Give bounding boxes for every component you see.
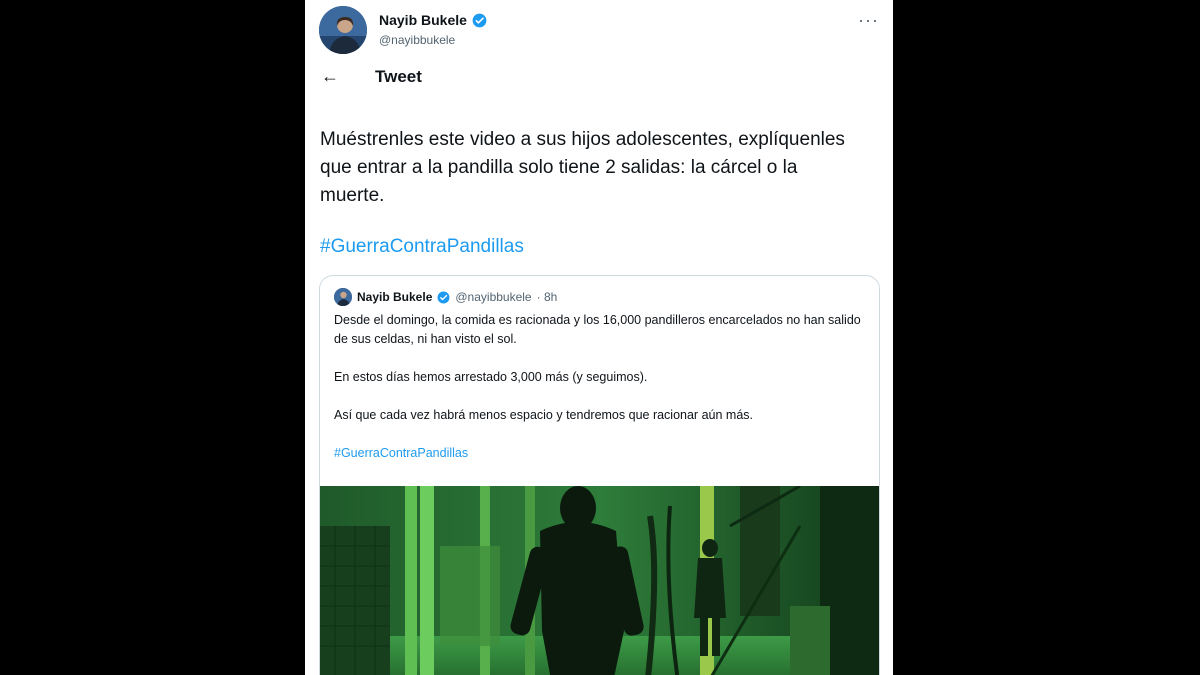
author-handle[interactable]: @nayibbukele bbox=[379, 33, 455, 47]
quoted-tweet-body: Desde el domingo, la comida es racionada… bbox=[334, 311, 864, 482]
tweet-header: Nayib Bukele @nayibbukele ··· bbox=[319, 6, 879, 56]
page-title: Tweet bbox=[375, 66, 422, 86]
quoted-tweet-time: · 8h bbox=[536, 290, 558, 304]
quoted-hashtag-link[interactable]: #GuerraContraPandillas bbox=[334, 444, 864, 463]
quoted-author-avatar bbox=[334, 288, 352, 306]
video-frame: Nayib Bukele @nayibbukele ··· ← Tweet Mu… bbox=[0, 0, 1200, 675]
tweet-hashtag-link[interactable]: #GuerraContraPandillas bbox=[320, 236, 524, 258]
author-name-row: Nayib Bukele bbox=[379, 12, 487, 28]
tweet-card: Nayib Bukele @nayibbukele ··· ← Tweet Mu… bbox=[305, 0, 893, 675]
more-horizontal-icon[interactable]: ··· bbox=[858, 10, 879, 31]
embedded-video[interactable] bbox=[320, 486, 879, 675]
quoted-tweet[interactable]: Nayib Bukele @nayibbukele · 8h Desde el … bbox=[319, 275, 880, 675]
author-name[interactable]: Nayib Bukele bbox=[379, 12, 467, 28]
quoted-tweet-header: Nayib Bukele @nayibbukele · 8h bbox=[334, 288, 557, 306]
verified-badge-icon bbox=[472, 13, 487, 28]
quoted-paragraph: En estos días hemos arrestado 3,000 más … bbox=[334, 370, 648, 384]
quoted-author-handle: @nayibbukele bbox=[455, 290, 532, 304]
quoted-paragraph: Así que cada vez habrá menos espacio y t… bbox=[334, 408, 753, 422]
page-header: ← Tweet bbox=[321, 66, 422, 87]
video-thumbnail bbox=[320, 486, 879, 675]
arrow-left-icon[interactable]: ← bbox=[321, 66, 361, 87]
tweet-text: Muéstrenles este video a sus hijos adole… bbox=[320, 129, 845, 206]
quoted-verified-badge-icon bbox=[437, 291, 450, 304]
author-avatar[interactable] bbox=[319, 6, 367, 54]
quoted-paragraph: Desde el domingo, la comida es racionada… bbox=[334, 313, 861, 346]
quoted-author-name: Nayib Bukele bbox=[357, 290, 433, 304]
